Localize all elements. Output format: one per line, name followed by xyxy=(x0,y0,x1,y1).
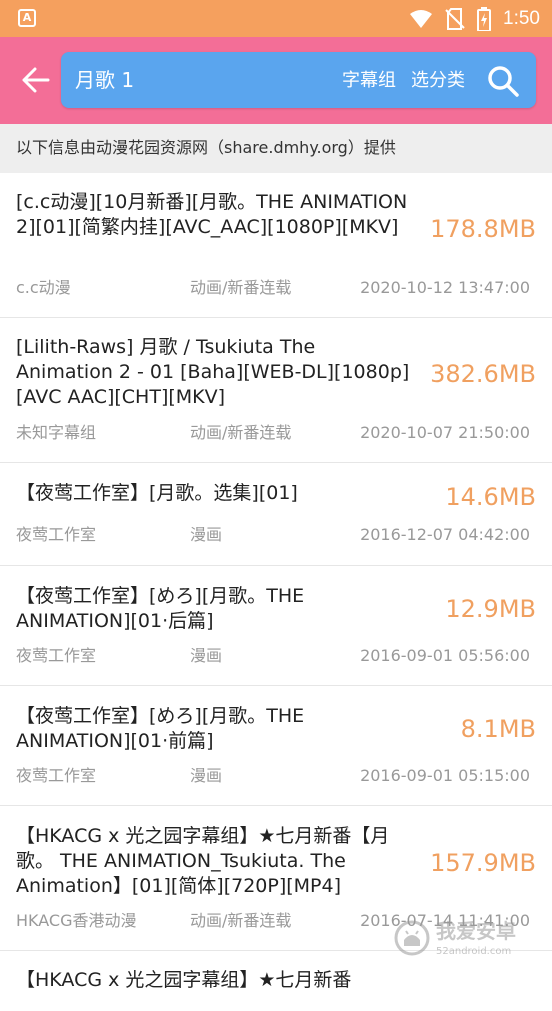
item-title: [Lilith-Raws] 月歌 / Tsukiuta The Animatio… xyxy=(16,336,410,408)
watermark: 我爱安卓 52android.com xyxy=(394,916,539,966)
item-size: 157.9MB xyxy=(430,849,536,877)
list-item[interactable]: [Lilith-Raws] 月歌 / Tsukiuta The Animatio… xyxy=(0,318,552,463)
item-team: HKACG香港动漫 xyxy=(16,911,137,930)
android-logo-icon xyxy=(394,920,430,956)
search-input[interactable]: 月歌 1 xyxy=(75,65,134,95)
source-info-bar: 以下信息由动漫花园资源网（share.dmhy.org）提供 xyxy=(0,124,552,173)
watermark-text: 我爱安卓 xyxy=(436,919,516,943)
result-list: [c.c动漫][10月新番][月歌。THE ANIMATION 2][01][简… xyxy=(0,173,552,1011)
item-team: c.c动漫 xyxy=(16,278,71,297)
item-size: 12.9MB xyxy=(445,595,536,623)
item-category: 动画/新番连载 xyxy=(190,423,292,442)
item-size: 178.8MB xyxy=(430,215,536,243)
clock: 1:50 xyxy=(503,8,540,29)
item-team: 夜莺工作室 xyxy=(16,525,97,544)
back-button[interactable] xyxy=(16,62,56,98)
item-date: 2016-09-01 05:15:00 xyxy=(360,766,530,785)
item-category: 动画/新番连载 xyxy=(190,911,292,930)
item-category: 漫画 xyxy=(190,766,223,785)
item-team: 未知字幕组 xyxy=(16,423,97,442)
search-icon[interactable] xyxy=(486,64,520,98)
item-title: 【夜莺工作室】[めろ][月歌。THE ANIMATION][01·前篇] xyxy=(16,705,305,752)
item-title: 【HKACG x 光之园字幕组】★七月新番【月歌。 THE ANIMATION_… xyxy=(16,825,390,897)
item-date: 2020-10-07 21:50:00 xyxy=(360,423,530,442)
item-title: 【HKACG x 光之园字幕组】★七月新番 xyxy=(16,969,352,991)
status-icons: 1:50 xyxy=(409,6,540,32)
no-sim-icon xyxy=(445,8,465,30)
item-size: 382.6MB xyxy=(430,360,536,388)
item-date: 2016-12-07 04:42:00 xyxy=(360,525,530,544)
item-date: 2016-09-01 05:56:00 xyxy=(360,646,530,665)
item-title: [c.c动漫][10月新番][月歌。THE ANIMATION 2][01][简… xyxy=(16,191,408,238)
subtitle-group-filter[interactable]: 字幕组 xyxy=(342,67,396,95)
search-box: 月歌 1 字幕组 选分类 xyxy=(61,52,536,108)
item-date: 2020-10-12 13:47:00 xyxy=(360,278,530,297)
item-size: 8.1MB xyxy=(460,715,536,743)
battery-charging-icon xyxy=(477,7,492,31)
item-team: 夜莺工作室 xyxy=(16,766,97,785)
wifi-icon xyxy=(410,10,433,28)
item-category: 动画/新番连载 xyxy=(190,278,292,297)
list-item[interactable]: 【夜莺工作室】[月歌。选集][01] 14.6MB 夜莺工作室 漫画 2016-… xyxy=(0,463,552,566)
item-team: 夜莺工作室 xyxy=(16,646,97,665)
item-category: 漫画 xyxy=(190,646,223,665)
item-title: 【夜莺工作室】[月歌。选集][01] xyxy=(16,482,298,504)
item-size: 14.6MB xyxy=(445,483,536,511)
status-bar: A 1:50 xyxy=(0,0,552,37)
source-info-text: 以下信息由动漫花园资源网（share.dmhy.org）提供 xyxy=(16,138,396,157)
app-notification-icon: A xyxy=(18,9,36,27)
item-category: 漫画 xyxy=(190,525,223,544)
list-item[interactable]: 【夜莺工作室】[めろ][月歌。THE ANIMATION][01·前篇] 8.1… xyxy=(0,686,552,806)
item-title: 【夜莺工作室】[めろ][月歌。THE ANIMATION][01·后篇] xyxy=(16,585,305,632)
arrow-left-icon xyxy=(22,67,50,93)
toolbar: 月歌 1 字幕组 选分类 xyxy=(0,37,552,124)
watermark-url: 52android.com xyxy=(436,946,512,957)
list-item[interactable]: [c.c动漫][10月新番][月歌。THE ANIMATION 2][01][简… xyxy=(0,173,552,318)
category-filter[interactable]: 选分类 xyxy=(411,67,465,95)
list-item[interactable]: 【夜莺工作室】[めろ][月歌。THE ANIMATION][01·后篇] 12.… xyxy=(0,566,552,686)
